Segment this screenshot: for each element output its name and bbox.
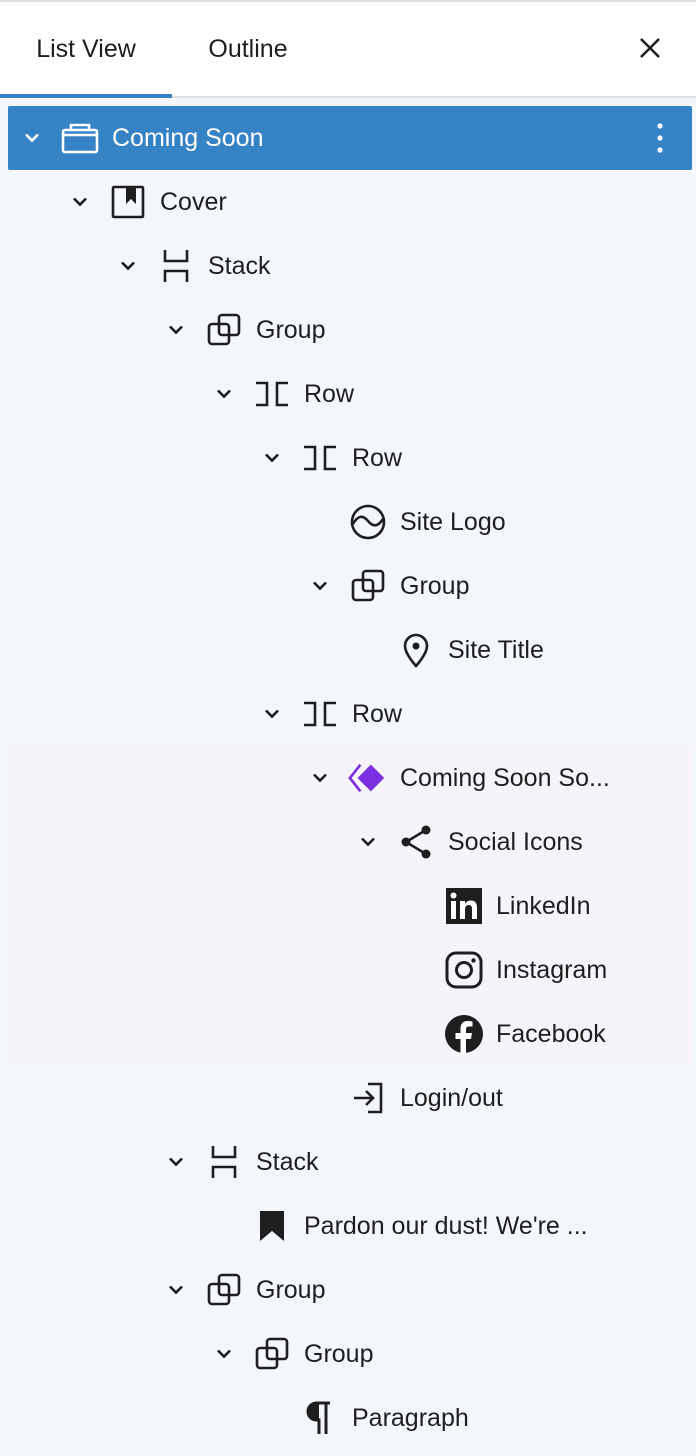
tree-row-site-title[interactable]: Site Title [8, 618, 692, 682]
tree-row-label: Coming Soon [112, 124, 264, 152]
tree-row-label: Social Icons [448, 828, 583, 856]
site-logo-icon [348, 502, 388, 542]
tree-rows: Coming Soon Cover Stack Group Row Row Site Log… [8, 106, 692, 1450]
chevron-down-icon[interactable] [358, 832, 378, 852]
tree-row-label: Site Title [448, 636, 544, 664]
tree-row-label: Row [352, 700, 403, 728]
tree-row-cover[interactable]: Cover [8, 170, 692, 234]
tree-row-login-out[interactable]: Login/out [8, 1066, 692, 1130]
tree-row-label: Login/out [400, 1084, 503, 1112]
tree-row-label: Pardon our dust! We're ... [304, 1212, 588, 1240]
tree-row-label: Instagram [496, 956, 608, 984]
row-icon [300, 438, 340, 478]
chevron-down-icon[interactable] [70, 192, 90, 212]
tree-row-label: Facebook [496, 1020, 606, 1048]
instagram-icon [444, 950, 484, 990]
row-icon [300, 694, 340, 734]
group-icon [348, 566, 388, 606]
chevron-down-icon[interactable] [214, 1344, 234, 1364]
tree-row-paragraph[interactable]: Paragraph [8, 1386, 692, 1450]
tree-row-label: Stack [256, 1148, 319, 1176]
group-icon [252, 1334, 292, 1374]
tree-row-label: Stack [208, 252, 271, 280]
share-icon [396, 822, 436, 862]
facebook-icon [444, 1014, 484, 1054]
tree-row-label: Group [256, 316, 326, 344]
template-part-icon [60, 118, 100, 158]
tree-row-group[interactable]: Group [8, 1322, 692, 1386]
map-marker-icon [396, 630, 436, 670]
chevron-down-icon[interactable] [310, 576, 330, 596]
tree-row-label: Coming Soon So... [400, 764, 610, 792]
row-icon [252, 374, 292, 414]
tree-row-label: Cover [160, 188, 227, 216]
group-icon [204, 1270, 244, 1310]
linkedin-icon [444, 886, 484, 926]
tree-row-label: Paragraph [352, 1404, 469, 1432]
tree-row-label: LinkedIn [496, 892, 591, 920]
tree-row-label: Group [400, 572, 470, 600]
tree-row-stack[interactable]: Stack [8, 1130, 692, 1194]
tree-row-facebook[interactable]: Facebook [8, 1002, 692, 1066]
chevron-down-icon[interactable] [22, 128, 42, 148]
paragraph-icon [300, 1398, 340, 1438]
tree-row-coming-soon[interactable]: Coming Soon [8, 106, 692, 170]
more-vertical-icon[interactable] [648, 120, 672, 156]
tree-row-label: Group [256, 1276, 326, 1304]
login-icon [348, 1078, 388, 1118]
chevron-down-icon[interactable] [262, 448, 282, 468]
tree-row-group[interactable]: Group [8, 298, 692, 362]
tree-row-label: Group [304, 1340, 374, 1368]
tree-row-linkedin[interactable]: LinkedIn [8, 874, 692, 938]
tree-row-row[interactable]: Row [8, 426, 692, 490]
tree-row-label: Row [304, 380, 355, 408]
tree-row-label: Site Logo [400, 508, 506, 536]
tree-row-label: Row [352, 444, 403, 472]
tree-row-group[interactable]: Group [8, 1258, 692, 1322]
tab-list-view[interactable]: List View [0, 2, 172, 98]
bookmark-icon [252, 1206, 292, 1246]
panel-header: List View Outline [0, 2, 696, 98]
plugin-diamond-icon [348, 758, 388, 798]
stack-icon [204, 1142, 244, 1182]
close-button[interactable] [632, 32, 668, 68]
list-view-tree: Coming Soon Cover Stack Group Row Row Site Log… [0, 98, 696, 1456]
chevron-down-icon[interactable] [166, 1280, 186, 1300]
chevron-down-icon[interactable] [214, 384, 234, 404]
chevron-down-icon[interactable] [118, 256, 138, 276]
tree-row-row[interactable]: Row [8, 682, 692, 746]
cover-icon [108, 182, 148, 222]
close-icon [638, 36, 662, 65]
tab-outline[interactable]: Outline [172, 2, 324, 96]
chevron-down-icon[interactable] [166, 1152, 186, 1172]
tree-row-coming-soon-so[interactable]: Coming Soon So... [8, 746, 692, 810]
tree-row-stack[interactable]: Stack [8, 234, 692, 298]
chevron-down-icon[interactable] [166, 320, 186, 340]
tree-row-pardon-our-dust-we-re[interactable]: Pardon our dust! We're ... [8, 1194, 692, 1258]
tree-row-group[interactable]: Group [8, 554, 692, 618]
chevron-down-icon[interactable] [310, 768, 330, 788]
group-icon [204, 310, 244, 350]
tree-row-instagram[interactable]: Instagram [8, 938, 692, 1002]
tree-row-row[interactable]: Row [8, 362, 692, 426]
tree-row-site-logo[interactable]: Site Logo [8, 490, 692, 554]
chevron-down-icon[interactable] [262, 704, 282, 724]
tree-row-social-icons[interactable]: Social Icons [8, 810, 692, 874]
stack-icon [156, 246, 196, 286]
